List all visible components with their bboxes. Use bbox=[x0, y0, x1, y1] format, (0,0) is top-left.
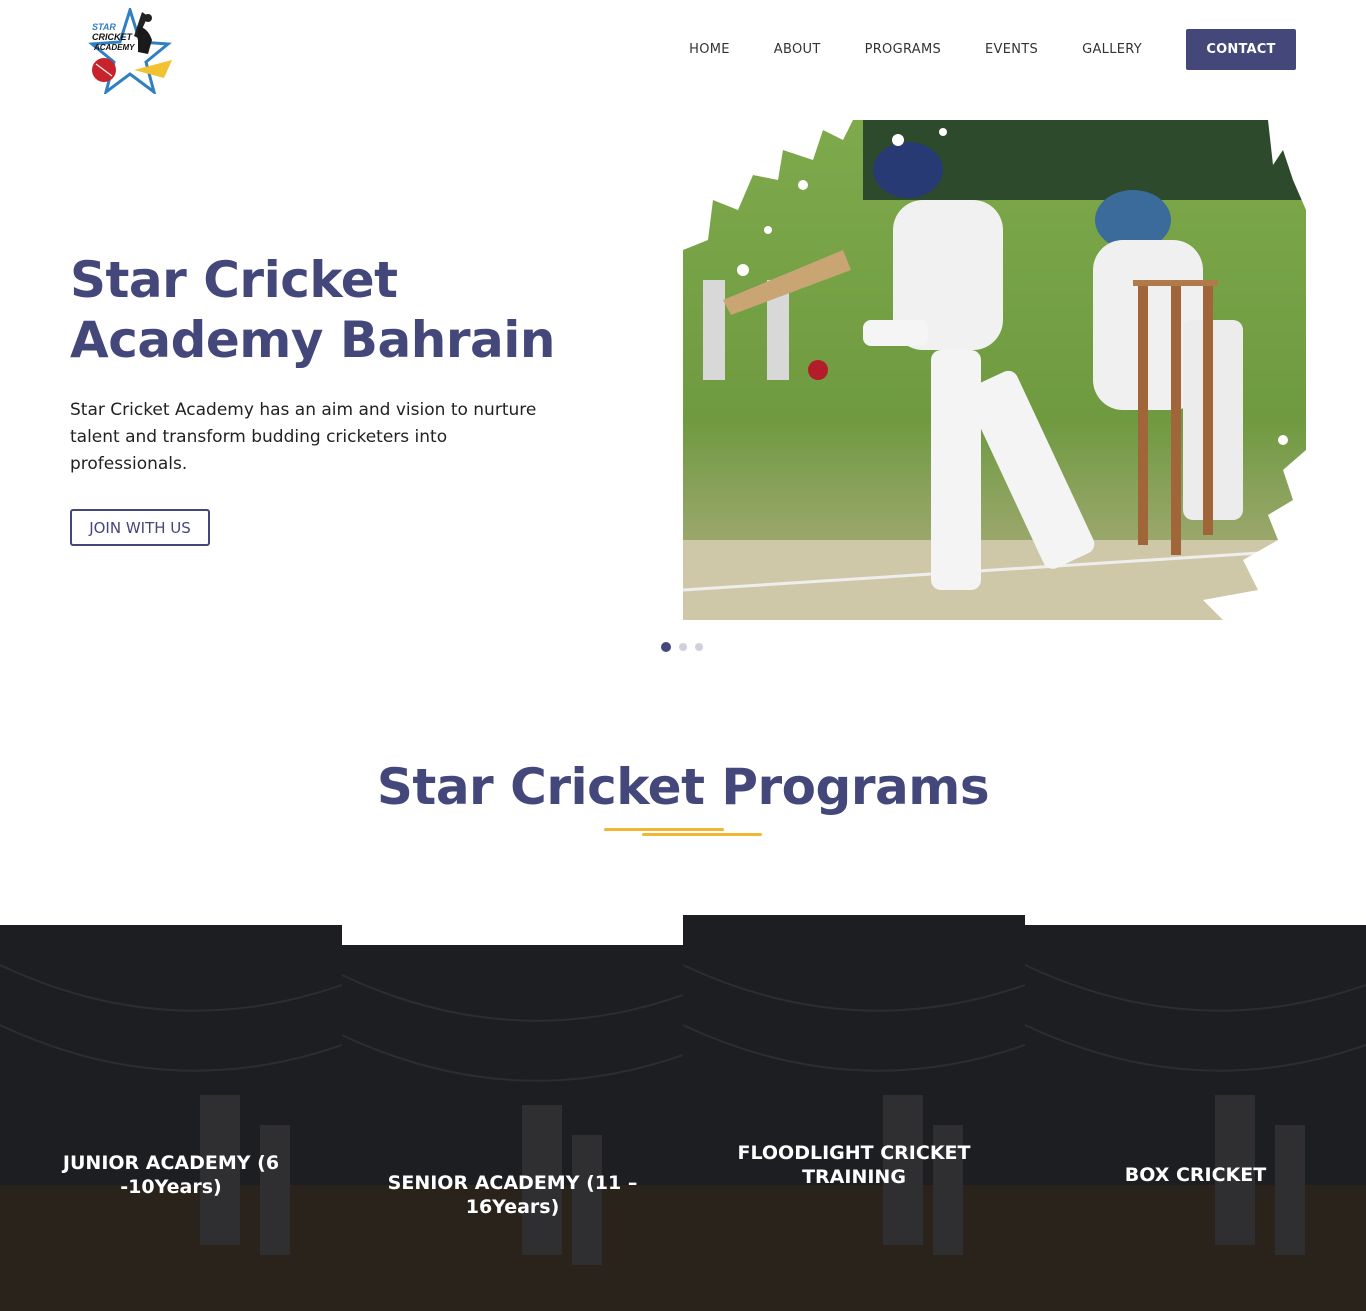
nav-about[interactable]: ABOUT bbox=[774, 30, 821, 70]
slider-dot-1[interactable] bbox=[661, 642, 671, 652]
hero-description: Star Cricket Academy has an aim and visi… bbox=[70, 400, 537, 474]
logo-text-star: STAR bbox=[92, 22, 116, 32]
title-underline bbox=[604, 828, 764, 840]
program-card-floodlight[interactable]: FLOODLIGHT CRICKET TRAINING bbox=[683, 915, 1025, 1311]
card-label: FLOODLIGHT CRICKET TRAINING bbox=[737, 1142, 971, 1188]
card-background-image bbox=[1025, 925, 1366, 1311]
underline-bar-bottom bbox=[642, 833, 762, 836]
nav-events[interactable]: EVENTS bbox=[985, 30, 1038, 70]
slider-dot-3[interactable] bbox=[695, 643, 703, 651]
program-card-box[interactable]: BOX CRICKET bbox=[1025, 925, 1366, 1311]
site-header: STAR CRICKET ACADEMY HOME ABOUT PROGRAMS… bbox=[0, 0, 1366, 100]
hero-title: Star Cricket Academy Bahrain bbox=[70, 251, 555, 369]
logo-text-academy: ACADEMY bbox=[93, 43, 135, 52]
card-label: SENIOR ACADEMY (11 – 16Years) bbox=[387, 1172, 638, 1218]
nav-programs[interactable]: PROGRAMS bbox=[865, 30, 941, 70]
program-card-junior[interactable]: JUNIOR ACADEMY (6 -10Years) bbox=[0, 925, 342, 1311]
card-label: BOX CRICKET bbox=[1124, 1164, 1267, 1186]
underline-bar-top bbox=[604, 828, 724, 831]
main-nav: HOME ABOUT PROGRAMS EVENTS GALLERY CONTA… bbox=[689, 29, 1296, 70]
card-background-image bbox=[683, 915, 1025, 1311]
programs-title: Star Cricket Programs bbox=[376, 758, 990, 816]
nav-home[interactable]: HOME bbox=[689, 30, 730, 70]
academy-logo[interactable]: STAR CRICKET ACADEMY bbox=[88, 8, 172, 94]
program-card-senior[interactable]: SENIOR ACADEMY (11 – 16Years) bbox=[342, 945, 683, 1311]
nav-gallery[interactable]: GALLERY bbox=[1082, 30, 1142, 70]
card-background-image bbox=[0, 925, 342, 1311]
card-label: JUNIOR ACADEMY (6 -10Years) bbox=[62, 1152, 280, 1198]
contact-button[interactable]: CONTACT bbox=[1186, 29, 1296, 70]
hero-cricket-image bbox=[683, 120, 1306, 620]
join-with-us-button[interactable]: JOIN WITH US bbox=[70, 509, 210, 546]
slider-dots bbox=[661, 642, 711, 652]
slider-dot-2[interactable] bbox=[679, 643, 687, 651]
logo-text-cricket: CRICKET bbox=[92, 32, 134, 42]
logo-emblem-icon: STAR CRICKET ACADEMY bbox=[88, 8, 172, 94]
card-background-image bbox=[342, 945, 683, 1311]
